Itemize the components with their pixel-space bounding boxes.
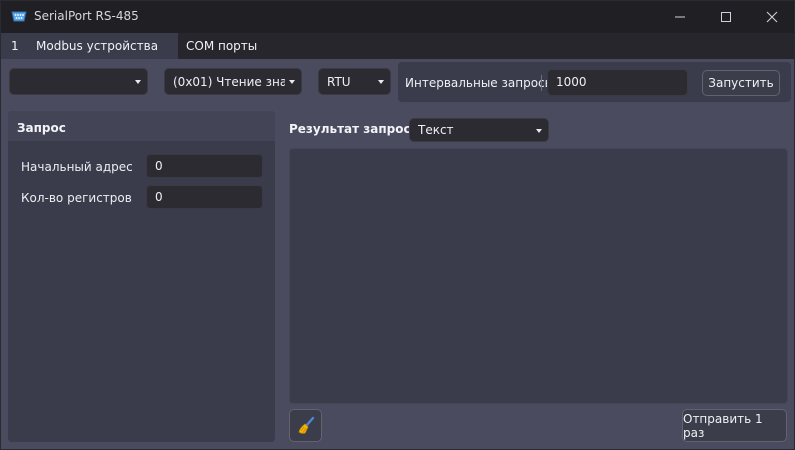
tab-com-ports[interactable]: COM порты: [178, 33, 268, 59]
minimize-button[interactable]: [657, 1, 703, 33]
maximize-button[interactable]: [703, 1, 749, 33]
interval-requests-group: Интервальные запросы 1000 Запустить: [398, 62, 791, 102]
clear-result-button[interactable]: [289, 409, 322, 442]
serial-port-icon: [11, 11, 27, 22]
result-label: Результат запроса:: [289, 122, 424, 136]
start-button[interactable]: Запустить: [702, 70, 780, 96]
tab-bar: 1 Modbus устройства COM порты: [1, 33, 794, 59]
chevron-down-icon: [135, 80, 141, 84]
broom-icon: [298, 416, 314, 434]
result-format-select[interactable]: Текст: [409, 118, 549, 142]
register-count-input[interactable]: 0: [146, 185, 263, 209]
request-panel: Запрос Начальный адрес 0 Кол-во регистро…: [8, 111, 275, 442]
title-bar[interactable]: SerialPort RS-485: [1, 1, 794, 33]
tab-index: 1: [11, 39, 19, 53]
request-panel-title: Запрос: [17, 121, 66, 135]
send-once-button[interactable]: Отправить 1 раз: [682, 409, 787, 442]
chevron-down-icon: [378, 80, 384, 84]
maximize-icon: [721, 12, 731, 22]
close-button[interactable]: [749, 1, 795, 33]
minimize-icon: [675, 16, 685, 18]
toolbar: (0x01) Чтение значений RTU Интервальные …: [1, 59, 794, 105]
chevron-down-icon: [289, 80, 295, 84]
app-window: SerialPort RS-485 1 Modbus устройства CO…: [0, 0, 795, 450]
tab-label: Modbus устройства: [36, 39, 159, 53]
tab-modbus-devices[interactable]: 1 Modbus устройства: [1, 33, 178, 59]
device-select[interactable]: [9, 68, 148, 95]
mode-select-value: RTU: [327, 74, 351, 89]
result-format-value: Текст: [418, 123, 454, 137]
function-select-value: (0x01) Чтение значений: [173, 74, 285, 89]
divider: [541, 75, 542, 91]
interval-input[interactable]: 1000: [547, 69, 688, 96]
start-address-label: Начальный адрес: [21, 160, 133, 174]
chevron-down-icon: [536, 129, 542, 133]
function-select[interactable]: (0x01) Чтение значений: [164, 68, 302, 95]
request-panel-header: Запрос: [8, 111, 275, 141]
tab-label: COM порты: [186, 39, 258, 53]
interval-requests-label: Интервальные запросы: [405, 76, 555, 90]
result-output-area[interactable]: [289, 148, 788, 404]
mode-select[interactable]: RTU: [318, 68, 391, 95]
start-address-input[interactable]: 0: [146, 154, 263, 178]
register-count-label: Кол-во регистров: [21, 191, 132, 205]
close-icon: [766, 11, 778, 23]
window-title: SerialPort RS-485: [34, 9, 139, 23]
